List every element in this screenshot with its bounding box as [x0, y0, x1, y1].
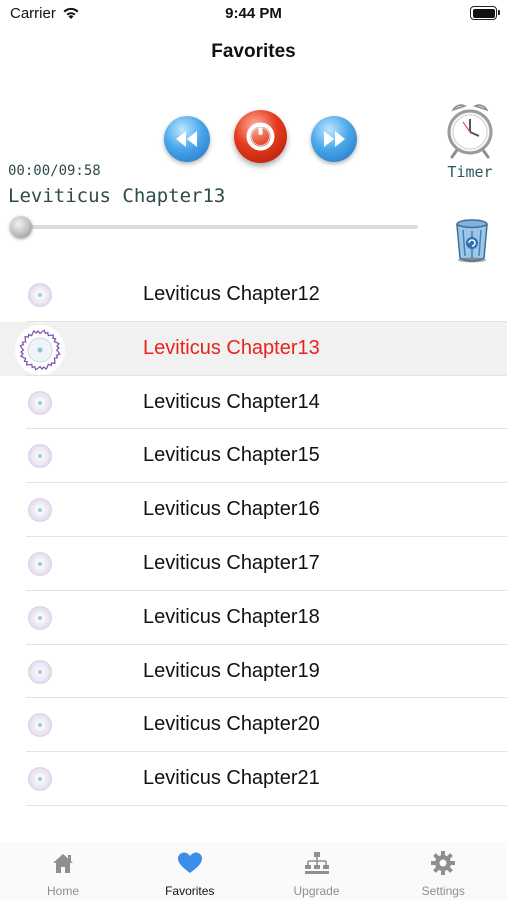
list-item-label: Leviticus Chapter19 [143, 659, 320, 682]
status-bar: Carrier 9:44 PM [0, 0, 507, 28]
list-item[interactable]: Leviticus Chapter21 [0, 752, 507, 806]
list-item-label: Leviticus Chapter17 [143, 551, 320, 574]
disc-icon [28, 498, 52, 523]
tab-label: Upgrade [293, 884, 340, 898]
list-item[interactable]: Leviticus Chapter12 [0, 268, 507, 322]
slider-track [10, 225, 418, 229]
list-item-label: Leviticus Chapter16 [143, 498, 320, 521]
list-item[interactable]: Leviticus Chapter16 [0, 483, 507, 537]
disc-icon [28, 444, 52, 469]
status-time: 9:44 PM [225, 5, 282, 22]
tab-upgrade[interactable]: Upgrade [254, 842, 380, 900]
disc-icon [28, 551, 52, 576]
tab-favorites[interactable]: Favorites [127, 842, 253, 900]
favorites-list: Leviticus Chapter12 Leviticus Chapter13 Le… [0, 268, 507, 806]
timer-label: Timer [447, 163, 493, 181]
row-divider [26, 804, 507, 806]
slider-thumb[interactable] [10, 216, 33, 238]
list-item-label: Leviticus Chapter12 [143, 283, 320, 305]
tab-label: Settings [421, 884, 465, 898]
list-item[interactable]: Leviticus Chapter19 [0, 645, 507, 699]
heart-icon [177, 852, 202, 873]
list-item-label: Leviticus Chapter13 [143, 336, 320, 359]
list-item[interactable]: Leviticus Chapter13 [0, 321, 507, 376]
trash-button[interactable] [452, 218, 492, 264]
gear-icon [431, 851, 456, 875]
tab-bar: Home Favorites Upgrade Settings [0, 842, 507, 900]
page-title: Favorites [211, 41, 296, 62]
list-item[interactable]: Leviticus Chapter15 [0, 429, 507, 484]
progress-slider[interactable] [10, 216, 418, 238]
list-item-label: Leviticus Chapter15 [143, 444, 320, 467]
tab-label: Favorites [165, 884, 215, 898]
alarm-clock-icon [447, 104, 493, 159]
disc-icon [28, 283, 52, 307]
battery-icon [470, 6, 500, 20]
time-readout: 00:00/09:58 [8, 163, 101, 179]
rewind-button[interactable] [164, 116, 210, 162]
list-item[interactable]: Leviticus Chapter20 [0, 698, 507, 753]
trash-icon [456, 219, 488, 263]
disc-icon [28, 659, 52, 684]
now-playing-title: Leviticus Chapter13 [8, 185, 226, 207]
list-item[interactable]: Leviticus Chapter18 [0, 591, 507, 645]
disc-icon [28, 390, 52, 415]
list-item-label: Leviticus Chapter21 [143, 767, 320, 790]
disc-icon [28, 713, 52, 738]
playing-spectrum-icon [15, 324, 65, 375]
power-icon [246, 122, 275, 151]
tab-label: Home [46, 884, 79, 898]
hierarchy-icon [304, 852, 329, 874]
list-item-label: Leviticus Chapter14 [143, 390, 320, 413]
tab-home[interactable]: Home [0, 842, 126, 900]
fast-forward-button[interactable] [311, 116, 357, 162]
disc-icon [28, 605, 52, 630]
power-button[interactable] [234, 110, 287, 163]
list-item-label: Leviticus Chapter18 [143, 605, 320, 628]
timer-button[interactable]: Timer [440, 100, 500, 184]
house-icon [53, 854, 73, 873]
rewind-icon [176, 131, 197, 147]
list-item[interactable]: Leviticus Chapter14 [0, 376, 507, 430]
disc-icon [28, 767, 52, 792]
fast-forward-icon [324, 131, 345, 147]
list-item[interactable]: Leviticus Chapter17 [0, 537, 507, 591]
list-item-label: Leviticus Chapter20 [143, 713, 320, 736]
tab-settings[interactable]: Settings [380, 842, 506, 900]
